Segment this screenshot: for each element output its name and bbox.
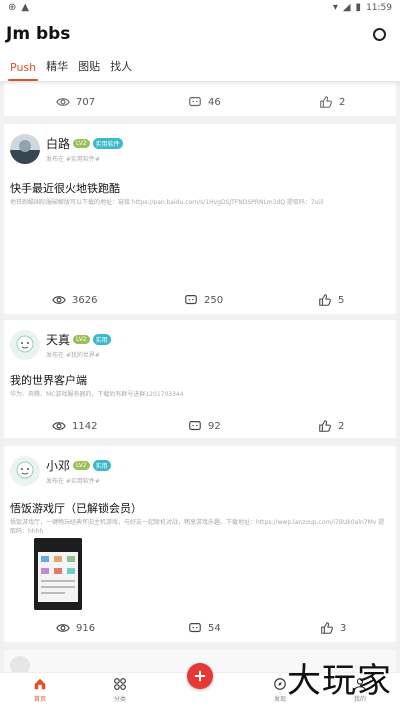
post-subtitle: 发布在 #实用软件#: [46, 478, 100, 485]
level-badge: LV2: [73, 139, 90, 148]
status-bar: ⊕ ▲ ▾ ◢ ▮ 11:59: [0, 0, 400, 16]
app-header: Jm bbs: [0, 16, 400, 52]
post-feed[interactable]: 707 46 2 白路 LV2 实用软件 发布在 #实用软件# 快手最近很火地铁…: [0, 82, 400, 672]
thumbs-up-icon: [321, 622, 333, 634]
author-name[interactable]: 小邓: [46, 457, 70, 474]
compass-icon: [274, 678, 286, 690]
battery-icon: ▮: [355, 2, 362, 13]
comment-count[interactable]: 250: [184, 293, 223, 307]
a-letter-icon: ▲: [21, 2, 30, 13]
nav-home[interactable]: 首页: [20, 677, 60, 703]
author-name[interactable]: 白路: [46, 135, 70, 152]
eye-icon: [56, 624, 70, 632]
post-stats: 707 46 2: [4, 88, 396, 116]
author-name[interactable]: 天真: [46, 331, 70, 348]
post-image-thumbnail[interactable]: [34, 538, 82, 610]
avatar[interactable]: [10, 134, 40, 164]
eye-icon: [56, 98, 70, 106]
post-body: 华为、奔腾、MC游戏服务器的，下载后有群号进群1201703344: [10, 391, 184, 398]
create-post-button[interactable]: [187, 663, 213, 689]
wifi-icon: ▾: [332, 2, 338, 13]
post-card[interactable]: 白路 LV2 实用软件 发布在 #实用软件# 快手最近很火地铁跑酷 地铁跑酷国际…: [4, 124, 396, 314]
post-card-partial[interactable]: 707 46 2: [4, 82, 396, 116]
avatar[interactable]: [10, 330, 40, 360]
post-stats: 916 54 3: [4, 614, 396, 642]
view-count: 3626: [52, 293, 97, 307]
eye-icon: [52, 296, 66, 304]
post-subtitle: 发布在 #实用软件#: [46, 156, 100, 163]
role-badge: 实用: [92, 334, 111, 345]
app-notification-icon: ⊕: [8, 2, 17, 13]
view-count: 1142: [52, 419, 97, 433]
plus-icon: [194, 670, 206, 682]
like-count[interactable]: 5: [318, 293, 344, 307]
circle-icon[interactable]: [368, 23, 390, 45]
role-badge: 实用: [92, 460, 111, 471]
like-count[interactable]: 3: [320, 621, 346, 635]
avatar[interactable]: [10, 456, 40, 486]
comment-icon: [189, 421, 201, 431]
tab-bar: Push 精华 图贴 找人: [0, 52, 400, 82]
view-count: 916: [56, 621, 95, 635]
role-badge: 实用软件: [92, 138, 123, 149]
post-stats: 1142 92 2: [4, 412, 396, 440]
level-badge: LV2: [73, 335, 90, 344]
grid-icon: [114, 678, 126, 690]
post-author[interactable]: 天真 LV2 实用 发布在 #我的世界#: [10, 330, 111, 360]
like-count[interactable]: 2: [319, 95, 345, 109]
view-count: 707: [56, 95, 95, 109]
comment-count[interactable]: 54: [188, 621, 221, 635]
post-author[interactable]: 小邓 LV2 实用 发布在 #实用软件#: [10, 456, 111, 486]
status-time: 11:59: [366, 3, 392, 13]
level-badge: LV2: [73, 461, 90, 470]
status-right: ▾ ◢ ▮ 11:59: [332, 2, 392, 14]
post-title[interactable]: 快手最近很火地铁跑酷: [10, 180, 120, 196]
thumbs-up-icon: [319, 294, 331, 306]
comment-icon: [189, 623, 201, 633]
thumbs-up-icon: [319, 420, 331, 432]
site-watermark: 大玩家: [287, 661, 392, 701]
post-card[interactable]: 天真 LV2 实用 发布在 #我的世界# 我的世界客户端 华为、奔腾、MC游戏服…: [4, 320, 396, 438]
nav-categories[interactable]: 分类: [100, 677, 140, 703]
signal-icon: ◢: [342, 2, 351, 13]
comment-icon: [185, 295, 197, 305]
post-subtitle: 发布在 #我的世界#: [46, 352, 100, 359]
app-title: Jm bbs: [6, 24, 71, 44]
post-body: 地铁跑酷国际服破解版可以下载的地址：链接 https://pan.baidu.c…: [10, 199, 324, 206]
tab-featured[interactable]: 精华: [41, 58, 73, 81]
post-stats: 3626 250 5: [4, 286, 396, 314]
status-left: ⊕ ▲: [8, 3, 29, 13]
tab-image-posts[interactable]: 图贴: [73, 58, 105, 81]
post-author[interactable]: 白路 LV2 实用软件 发布在 #实用软件#: [10, 134, 123, 164]
like-count[interactable]: 2: [318, 419, 344, 433]
comment-count[interactable]: 92: [188, 419, 221, 433]
post-body: 悟饭游戏厅，一键畅玩经典怀旧主机游戏，与好友一起联机对战，畅享游戏乐趣。下载地址…: [10, 519, 385, 535]
post-title[interactable]: 悟饭游戏厅（已解锁会员）: [10, 500, 142, 516]
avatar: [10, 656, 30, 672]
post-card[interactable]: 小邓 LV2 实用 发布在 #实用软件# 悟饭游戏厅（已解锁会员） 悟饭游戏厅，…: [4, 446, 396, 642]
tab-find-people[interactable]: 找人: [105, 58, 137, 81]
comment-icon: [189, 97, 201, 107]
home-icon: [34, 678, 46, 690]
comment-count[interactable]: 46: [188, 95, 221, 109]
eye-icon: [52, 422, 66, 430]
post-author: [10, 656, 30, 672]
post-title[interactable]: 我的世界客户端: [10, 372, 87, 388]
tab-push[interactable]: Push: [5, 61, 41, 81]
thumbs-up-icon: [320, 96, 332, 108]
